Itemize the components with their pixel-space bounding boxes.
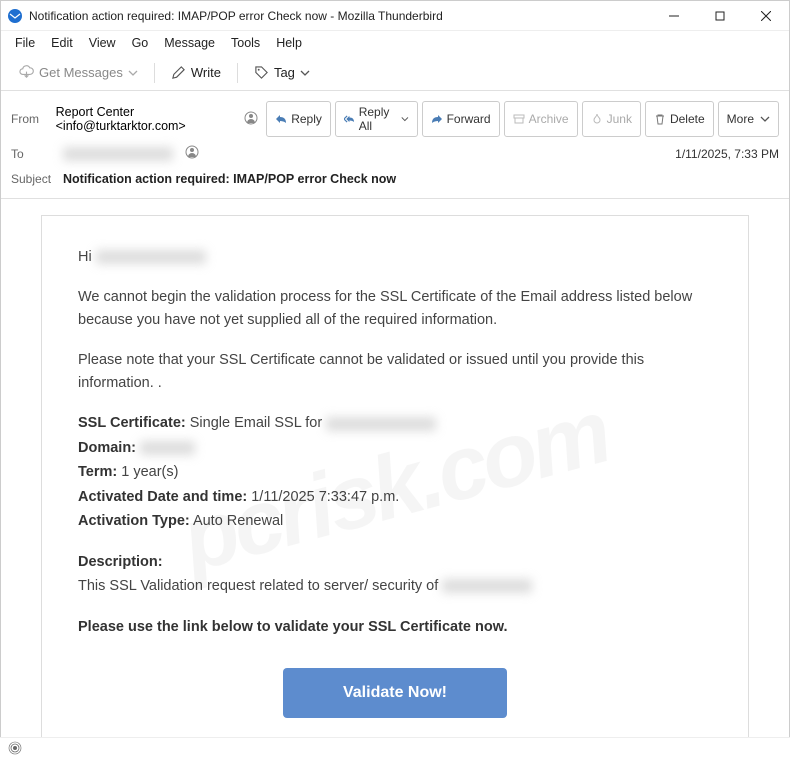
minimize-button[interactable] <box>651 1 697 31</box>
contact-icon[interactable] <box>244 111 258 128</box>
menu-go[interactable]: Go <box>124 33 157 53</box>
to-value-redacted <box>63 147 173 161</box>
contact-icon[interactable] <box>185 145 199 162</box>
chevron-down-icon <box>300 68 310 78</box>
chevron-down-icon <box>401 114 409 124</box>
subject-value: Notification action required: IMAP/POP e… <box>63 172 396 186</box>
tag-button[interactable]: Tag <box>246 61 318 84</box>
message-actions: Reply Reply All Forward Archive Junk <box>266 101 779 137</box>
menu-tools[interactable]: Tools <box>223 33 268 53</box>
separator <box>237 63 238 83</box>
call-to-action-text: Please use the link below to validate yo… <box>78 616 712 638</box>
from-value[interactable]: Report Center <info@turktarktor.com> <box>56 105 233 133</box>
close-button[interactable] <box>743 1 789 31</box>
menubar: File Edit View Go Message Tools Help <box>1 31 789 55</box>
greeting: Hi <box>78 246 712 268</box>
menu-view[interactable]: View <box>81 33 124 53</box>
tag-icon <box>254 65 269 80</box>
toolbar: Get Messages Write Tag <box>1 55 789 91</box>
menu-help[interactable]: Help <box>268 33 310 53</box>
separator <box>154 63 155 83</box>
window-controls <box>651 1 789 31</box>
body-paragraph-2: Please note that your SSL Certificate ca… <box>78 349 712 394</box>
thunderbird-icon <box>7 8 23 24</box>
junk-button: Junk <box>582 101 641 137</box>
ssl-target-redacted <box>326 417 436 431</box>
archive-icon <box>513 113 525 125</box>
write-button[interactable]: Write <box>163 61 229 84</box>
message-body: pcrisk.com Hi We cannot begin the valida… <box>1 199 789 775</box>
flame-icon <box>591 113 603 125</box>
body-paragraph-1: We cannot begin the validation process f… <box>78 286 712 331</box>
from-label: From <box>11 112 48 126</box>
statusbar <box>0 737 790 761</box>
validate-now-button[interactable]: Validate Now! <box>283 668 507 718</box>
subject-label: Subject <box>11 172 55 186</box>
sync-status-icon[interactable] <box>8 741 22 758</box>
reply-button[interactable]: Reply <box>266 101 331 137</box>
archive-button: Archive <box>504 101 578 137</box>
cloud-download-icon <box>19 65 34 80</box>
forward-button[interactable]: Forward <box>422 101 500 137</box>
description-block: Description: This SSL Validation request… <box>78 551 712 598</box>
more-button[interactable]: More <box>718 101 779 137</box>
maximize-button[interactable] <box>697 1 743 31</box>
reply-all-icon <box>344 113 355 125</box>
window-title: Notification action required: IMAP/POP e… <box>29 9 651 23</box>
reply-all-button[interactable]: Reply All <box>335 101 418 137</box>
menu-edit[interactable]: Edit <box>43 33 81 53</box>
trash-icon <box>654 113 666 125</box>
message-date: 1/11/2025, 7:33 PM <box>675 147 779 161</box>
message-headers: From Report Center <info@turktarktor.com… <box>1 91 789 199</box>
ssl-details: SSL Certificate: Single Email SSL for Do… <box>78 412 712 532</box>
domain-redacted <box>140 441 195 455</box>
pencil-icon <box>171 65 186 80</box>
reply-icon <box>275 113 287 125</box>
desc-target-redacted <box>442 579 532 593</box>
get-messages-button: Get Messages <box>11 61 146 84</box>
email-content: Hi We cannot begin the validation proces… <box>41 215 749 759</box>
menu-message[interactable]: Message <box>156 33 223 53</box>
chevron-down-icon <box>760 114 770 124</box>
forward-icon <box>431 113 443 125</box>
recipient-redacted <box>96 250 206 264</box>
titlebar: Notification action required: IMAP/POP e… <box>1 1 789 31</box>
menu-file[interactable]: File <box>7 33 43 53</box>
to-label: To <box>11 147 55 161</box>
delete-button[interactable]: Delete <box>645 101 714 137</box>
chevron-down-icon <box>128 68 138 78</box>
